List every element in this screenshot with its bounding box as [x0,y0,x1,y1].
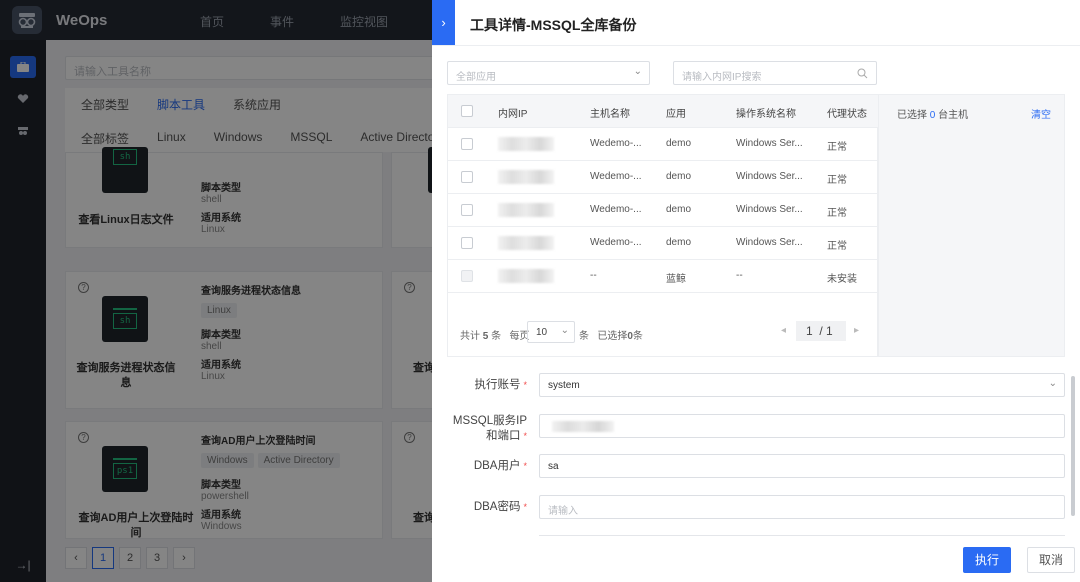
redacted-value [552,421,614,432]
prev-page-icon[interactable]: ◂ [781,325,786,336]
clear-button[interactable]: 清空 [1031,106,1051,121]
table-row[interactable]: Wedemo-... demo Windows Ser... 正常 [448,227,879,260]
pagination-summary: 共计 5 条 每页 [460,331,530,342]
next-page-icon[interactable]: ▸ [854,325,859,336]
selected-hosts-panel: 已选择 0 台主机 清空 [878,94,1065,357]
search-icon [857,68,868,79]
account-value: system [548,380,580,391]
redacted-ip [498,236,554,250]
cell-hostname: Wedemo-... [590,138,642,149]
chevron-down-icon: ⌄ [1048,378,1057,389]
ip-search-input[interactable]: 请输入内网IP搜索 [673,61,877,85]
cell-app: demo [666,138,692,149]
tool-detail-drawer: › 工具详情-MSSQL全库备份 全部应用 ⌄ 请输入内网IP搜索 内网IP 主… [432,0,1080,582]
row-checkbox[interactable] [461,237,473,249]
divider [539,535,1065,536]
mssql-ip-port-input[interactable] [539,414,1065,438]
col-hostname: 主机名称 [590,109,630,120]
app-select[interactable]: 全部应用 ⌄ [447,61,650,85]
cell-os: -- [736,270,743,281]
row-checkbox[interactable] [461,138,473,150]
account-label: 执行账号 * [474,379,527,391]
cell-app: demo [666,204,692,215]
cell-hostname: Wedemo-... [590,204,642,215]
select-all-checkbox[interactable] [461,105,473,117]
col-app: 应用 [666,109,686,120]
dba-user-input[interactable]: sa [539,454,1065,478]
cell-status: 正常 [827,175,847,186]
cell-status: 正常 [827,208,847,219]
table-row[interactable]: Wedemo-... demo Windows Ser... 正常 [448,194,879,227]
table-row[interactable]: Wedemo-... demo Windows Ser... 正常 [448,161,879,194]
drawer-title: 工具详情-MSSQL全库备份 [470,17,637,33]
cell-hostname: -- [590,270,597,281]
cell-app: demo [666,237,692,248]
cell-status: 未安装 [827,274,857,285]
row-checkbox-disabled [461,270,473,282]
page-size-select[interactable]: 10 ⌄ [527,321,575,343]
app-select-value: 全部应用 [456,72,496,83]
table-row: -- 蓝鲸 -- 未安装 [448,260,879,293]
redacted-ip [498,203,554,217]
ip-search-placeholder: 请输入内网IP搜索 [682,72,762,83]
redacted-ip [498,137,554,151]
cell-app: 蓝鲸 [666,274,686,285]
dba-password-label: DBA密码 * [473,501,527,513]
chevron-down-icon: ⌄ [560,325,569,336]
mssql-label: MSSQL服务IP 和端口 * [452,415,527,442]
cell-status: 正常 [827,241,847,252]
table-header: 内网IP 主机名称 应用 操作系统名称 代理状态 [448,95,879,128]
cell-status: 正常 [827,142,847,153]
redacted-ip [498,269,554,283]
cell-os: Windows Ser... [736,204,803,215]
cell-os: Windows Ser... [736,171,803,182]
cell-app: demo [666,171,692,182]
run-button[interactable]: 执行 [963,547,1011,573]
modal-overlay[interactable] [0,0,432,582]
redacted-ip [498,170,554,184]
col-ip: 内网IP [498,109,528,120]
cell-os: Windows Ser... [736,237,803,248]
selected-count: 条 已选择0条 [579,331,643,342]
cancel-button[interactable]: 取消 [1027,547,1075,573]
page-indicator[interactable]: 1 / 1 [796,321,846,341]
host-table: 内网IP 主机名称 应用 操作系统名称 代理状态 Wedemo-... demo… [447,94,879,357]
divider [432,45,1080,46]
account-select[interactable]: system ⌄ [539,373,1065,397]
collapse-drawer-icon[interactable]: › [432,0,455,46]
row-checkbox[interactable] [461,204,473,216]
table-pagination: 共计 5 条 每页 10 ⌄ 条 已选择0条 ◂ 1 / 1 ▸ [448,307,879,357]
row-checkbox[interactable] [461,171,473,183]
col-os: 操作系统名称 [736,109,796,120]
chevron-down-icon: ⌄ [633,66,642,77]
cell-hostname: Wedemo-... [590,171,642,182]
col-agent-status: 代理状态 [827,109,867,120]
dba-user-label: DBA用户 * [473,460,527,472]
cell-os: Windows Ser... [736,138,803,149]
table-row[interactable]: Wedemo-... demo Windows Ser... 正常 [448,128,879,161]
cell-hostname: Wedemo-... [590,237,642,248]
selected-hosts-summary: 已选择 0 台主机 [897,110,969,121]
form-scrollbar[interactable] [1071,376,1075,516]
dba-password-input[interactable]: 请输入 [539,495,1065,519]
